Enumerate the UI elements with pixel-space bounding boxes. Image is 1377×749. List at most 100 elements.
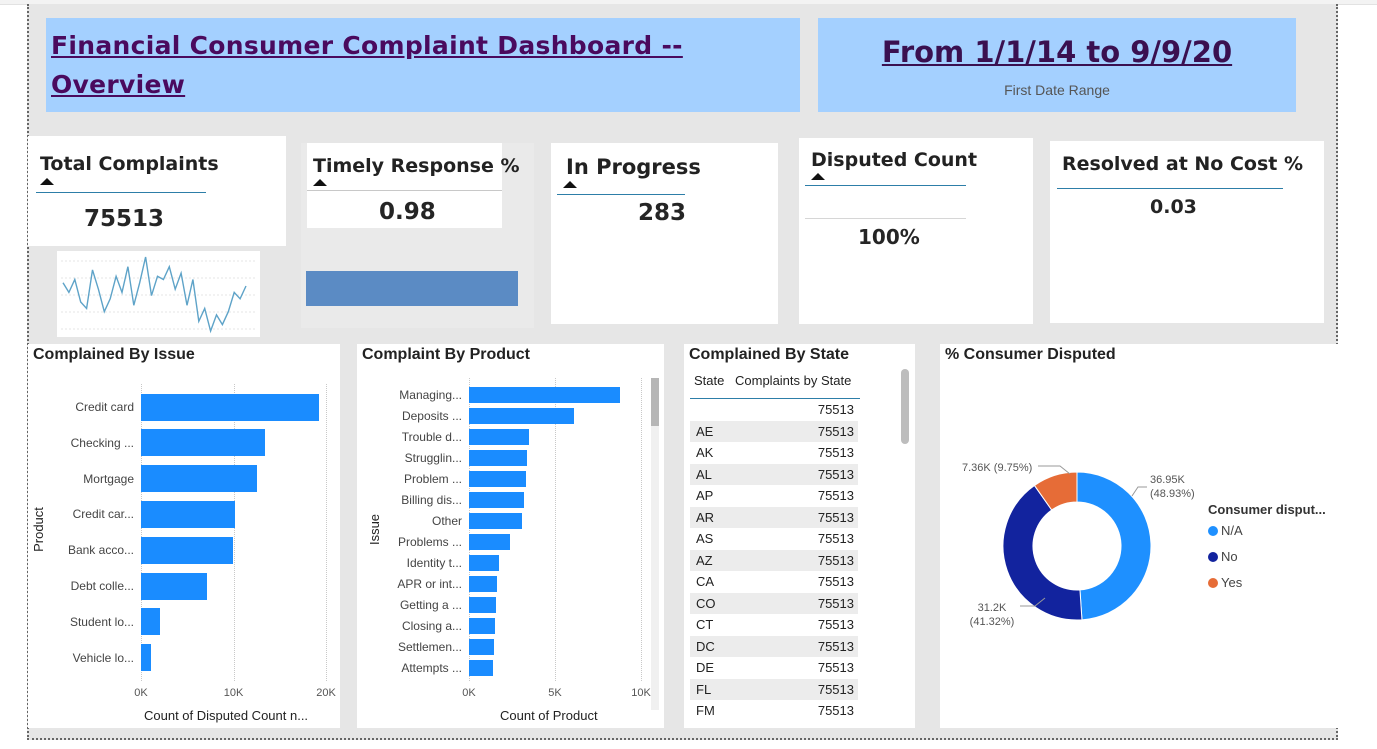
legend-item-na[interactable]: N/A <box>1208 523 1243 538</box>
count-cell: 75513 <box>817 445 854 460</box>
bar-category-label: Billing dis... <box>401 493 462 507</box>
kpi-disputed-label: Disputed Count <box>811 149 978 171</box>
table-row[interactable]: DC 75513 <box>690 635 858 657</box>
count-col-header[interactable]: Complaints by State <box>735 373 851 388</box>
bar-category-label: Problems ... <box>397 535 462 549</box>
bar <box>141 429 265 457</box>
kpi-divider <box>307 190 502 191</box>
state-col-header[interactable]: State <box>694 373 724 388</box>
table-row[interactable]: AK 75513 <box>690 442 858 463</box>
date-range-subtitle: First Date Range <box>1004 82 1110 98</box>
kpi-timely-value: 0.98 <box>379 199 436 225</box>
state-table-card[interactable]: Complained By State State Complaints by … <box>684 344 915 728</box>
bar-category-label: Identity t... <box>406 556 462 570</box>
sparkline-card[interactable] <box>57 251 260 337</box>
count-cell: 75513 <box>817 703 854 718</box>
kpi-timely-label: Timely Response % <box>313 155 520 177</box>
leader-line <box>1131 486 1147 497</box>
state-cell: FM <box>696 703 715 718</box>
table-row[interactable]: FL 75513 <box>690 678 858 700</box>
x-tick-label: 5K <box>548 687 562 699</box>
table-row[interactable]: AP 75513 <box>690 485 858 506</box>
table-row[interactable]: CT 75513 <box>690 614 858 635</box>
table-row[interactable]: CO 75513 <box>690 592 858 614</box>
legend-item-no[interactable]: No <box>1208 549 1238 564</box>
table-row[interactable]: AR 75513 <box>690 506 858 528</box>
kpi-disputed-card[interactable]: Disputed Count 100% <box>799 138 1033 324</box>
state-cell: DE <box>696 660 715 675</box>
bar <box>469 639 494 655</box>
bar-category-label: Closing a... <box>401 619 462 633</box>
up-arrow-icon <box>811 173 825 180</box>
state-cell: AR <box>696 509 715 525</box>
count-cell: 75513 <box>817 402 854 417</box>
bar-category-label: Credit card <box>75 400 134 414</box>
issue-plot-area: 0K 10K 20K Credit card Checking ... Mortgage C… <box>28 344 340 728</box>
kpi-divider <box>1057 188 1283 189</box>
x-tick-label: 0K <box>462 687 476 699</box>
disputed-donut-card[interactable]: % Consumer Disputed 7.36K (9.75%) 36.95K… <box>940 344 1338 728</box>
count-cell: 75513 <box>817 466 854 482</box>
legend-label-na: N/A <box>1221 523 1243 538</box>
kpi-resolved-card[interactable]: Resolved at No Cost % 0.03 <box>1050 141 1324 323</box>
donut-slice-na[interactable] <box>1076 471 1152 621</box>
state-cell: AE <box>696 423 714 439</box>
bar <box>469 471 526 487</box>
product-plot-area: 0K 5K 10K Managing... Deposits ... Trouble d.… <box>357 344 664 728</box>
timely-response-bar <box>306 271 518 306</box>
table-row[interactable]: AE 75513 <box>690 420 858 442</box>
bar <box>469 534 511 550</box>
count-cell: 75513 <box>817 531 854 546</box>
count-cell: 75513 <box>817 638 854 654</box>
legend-item-yes[interactable]: Yes <box>1208 575 1242 590</box>
bar-category-label: Strugglin... <box>404 451 462 465</box>
count-cell: 75513 <box>817 488 854 503</box>
bar <box>141 465 257 493</box>
count-cell: 75513 <box>817 617 854 632</box>
bar <box>469 429 530 445</box>
issue-chart-card[interactable]: Complained By Issue Product Count of Dis… <box>28 344 340 728</box>
count-cell: 75513 <box>817 660 854 675</box>
kpi-divider <box>805 218 966 219</box>
state-cell: CO <box>696 595 716 611</box>
x-tick-label: 10K <box>631 687 651 699</box>
donut-label-na: 36.95K (48.93%) <box>1150 474 1195 500</box>
disputed-donut-chart <box>1002 465 1152 621</box>
bar-category-label: Problem ... <box>403 472 462 486</box>
up-arrow-icon <box>313 179 327 186</box>
table-row[interactable]: FM 75513 <box>690 700 858 721</box>
table-row[interactable]: DE 75513 <box>690 657 858 678</box>
kpi-total-label: Total Complaints <box>40 153 219 175</box>
bar-category-label: Debt colle... <box>70 579 134 593</box>
bar <box>469 618 495 634</box>
bar <box>469 576 498 592</box>
product-chart-card[interactable]: Complaint By Product Issue Count of Prod… <box>357 344 664 728</box>
state-cell: CT <box>696 617 714 632</box>
table-row[interactable]: AZ 75513 <box>690 549 858 571</box>
kpi-progress-label: In Progress <box>566 155 701 179</box>
bar-category-label: Deposits ... <box>401 409 462 423</box>
table-row[interactable]: AL 75513 <box>690 463 858 485</box>
kpi-total-card[interactable]: Total Complaints 75513 <box>28 136 286 246</box>
count-cell: 75513 <box>817 552 854 568</box>
title-banner: Financial Consumer Complaint Dashboard -… <box>46 18 800 112</box>
state-cell: CA <box>696 574 715 589</box>
kpi-timely-card[interactable]: Timely Response % 0.98 <box>301 143 534 328</box>
bar-category-label: Vehicle lo... <box>72 650 134 665</box>
legend-label-no: No <box>1221 549 1238 564</box>
donut-label-yes: 7.36K (9.75%) <box>962 462 1033 474</box>
kpi-progress-card[interactable]: In Progress 283 <box>551 143 778 324</box>
date-banner: From 1/1/14 to 9/9/20 First Date Range <box>818 18 1296 112</box>
table-row[interactable]: CA 75513 <box>690 571 858 592</box>
bar-category-label: APR or int... <box>397 577 462 591</box>
state-table-scrollbar[interactable] <box>901 369 909 444</box>
legend-label-yes: Yes <box>1221 575 1243 590</box>
kpi-divider <box>36 192 206 193</box>
table-row[interactable]: AS 75513 <box>690 528 858 549</box>
bar <box>469 492 525 508</box>
state-cell: FL <box>696 681 712 697</box>
sparkline-line <box>62 256 247 334</box>
kpi-progress-value: 283 <box>638 200 687 226</box>
table-row[interactable]: 75513 <box>690 399 858 420</box>
state-cell: AS <box>696 531 714 546</box>
